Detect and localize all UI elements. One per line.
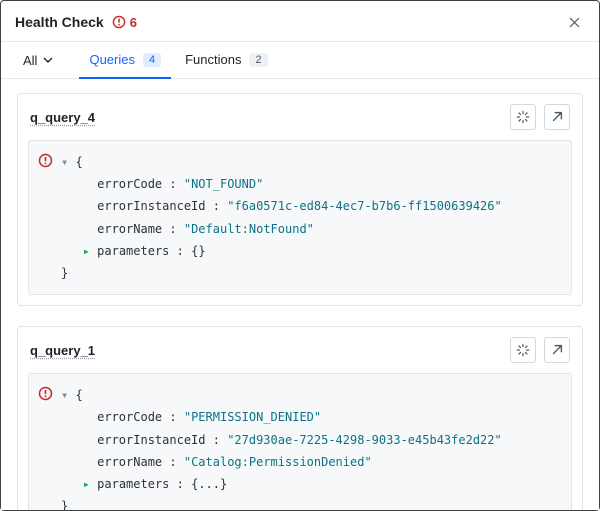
panel-body[interactable]: q_query_4 (1, 79, 599, 510)
loading-button[interactable] (510, 337, 536, 363)
error-details: ▾ { errorCode : "NOT_FOUND" errorInstanc… (28, 140, 572, 295)
open-external-button[interactable] (544, 104, 570, 130)
error-circle-icon (38, 153, 53, 168)
result-card: q_query_4 (17, 93, 583, 306)
loading-icon (516, 343, 530, 357)
field-key: errorCode (97, 410, 162, 424)
loading-icon (516, 110, 530, 124)
field-key: errorName (97, 222, 162, 236)
field-key: errorInstanceId (97, 199, 205, 213)
tab-all[interactable]: All (15, 43, 61, 78)
json-tree[interactable]: ▾ { errorCode : "NOT_FOUND" errorInstanc… (61, 151, 502, 284)
query-name-link[interactable]: q_query_1 (30, 343, 95, 358)
tab-label: Queries (89, 52, 135, 67)
field-value: {} (191, 244, 205, 258)
loading-button[interactable] (510, 104, 536, 130)
field-key: errorCode (97, 177, 162, 191)
panel-header: Health Check 6 (1, 1, 599, 42)
error-count-badge: 6 (112, 15, 137, 30)
field-key: parameters (97, 477, 169, 491)
error-count-value: 6 (130, 15, 137, 30)
json-tree[interactable]: ▾ { errorCode : "PERMISSION_DENIED" erro… (61, 384, 502, 510)
tab-badge: 4 (143, 53, 161, 67)
open-external-icon (550, 110, 564, 124)
field-value: "Catalog:PermissionDenied" (184, 455, 372, 469)
close-button[interactable] (563, 11, 585, 33)
health-check-panel: Health Check 6 All Queries 4 (0, 0, 600, 511)
error-circle-icon (38, 386, 53, 401)
tab-functions[interactable]: Functions 2 (175, 42, 278, 79)
field-key: errorInstanceId (97, 433, 205, 447)
panel-title: Health Check (15, 14, 104, 30)
field-value: "NOT_FOUND" (184, 177, 263, 191)
field-value: {...} (191, 477, 227, 491)
field-value: "Default:NotFound" (184, 222, 314, 236)
field-value: "PERMISSION_DENIED" (184, 410, 321, 424)
result-card: q_query_1 (17, 326, 583, 510)
field-key: errorName (97, 455, 162, 469)
error-details: ▾ { errorCode : "PERMISSION_DENIED" erro… (28, 373, 572, 510)
field-key: parameters (97, 244, 169, 258)
error-circle-icon (112, 15, 126, 29)
tab-all-label: All (23, 53, 37, 68)
tab-queries[interactable]: Queries 4 (79, 42, 171, 79)
open-external-button[interactable] (544, 337, 570, 363)
card-header: q_query_4 (18, 94, 582, 140)
tabs-bar: All Queries 4 Functions 2 (1, 42, 599, 79)
open-external-icon (550, 343, 564, 357)
card-header: q_query_1 (18, 327, 582, 373)
caret-down-icon (43, 55, 53, 65)
tab-label: Functions (185, 52, 241, 67)
tab-badge: 2 (249, 53, 267, 67)
close-icon (568, 16, 581, 29)
field-value: "f6a0571c-ed84-4ec7-b7b6-ff1500639426" (227, 199, 502, 213)
query-name-link[interactable]: q_query_4 (30, 110, 95, 125)
field-value: "27d930ae-7225-4298-9033-e45b43fe2d22" (227, 433, 502, 447)
